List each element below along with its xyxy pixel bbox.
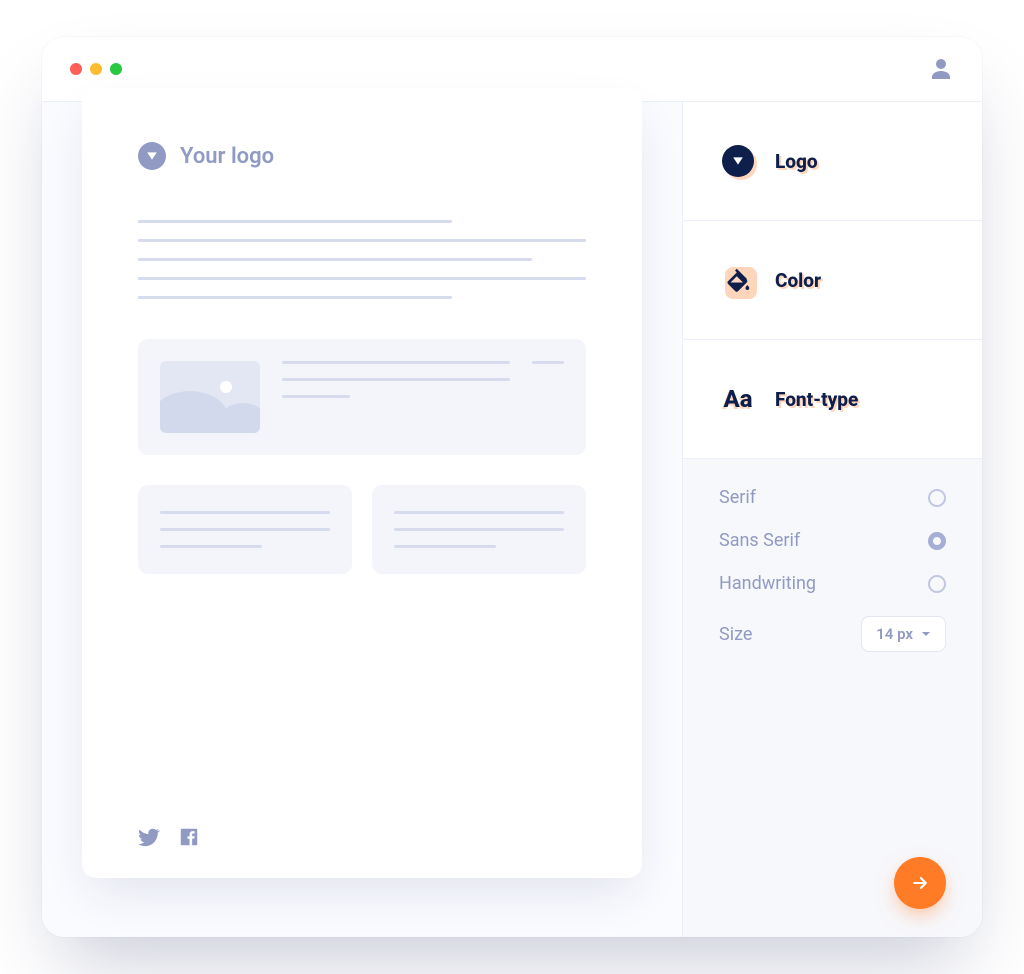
preview-pane: Your logo — [42, 101, 682, 937]
section-color[interactable]: Color — [683, 220, 982, 339]
account-button[interactable] — [928, 56, 954, 82]
settings-panel: Logo Color Aa Aa Font-type — [682, 101, 982, 937]
logo-section-icon — [719, 142, 757, 180]
next-button[interactable] — [894, 857, 946, 909]
paint-bucket-icon — [723, 265, 753, 295]
font-size-select[interactable]: 14 px — [861, 616, 946, 652]
logo-placeholder-row[interactable]: Your logo — [138, 142, 586, 170]
font-option-serif[interactable]: Serif — [719, 487, 946, 508]
radio-serif[interactable] — [928, 489, 946, 507]
two-column-placeholder — [138, 485, 586, 574]
font-section-icon: Aa Aa — [719, 380, 757, 418]
maximize-window-button[interactable] — [110, 63, 122, 75]
twitter-icon[interactable] — [138, 826, 160, 852]
section-logo-label: Logo — [775, 150, 818, 173]
section-font-label: Font-type — [775, 388, 858, 411]
radio-sans-serif[interactable] — [928, 532, 946, 550]
section-color-label: Color — [775, 269, 821, 292]
logo-badge-icon — [138, 142, 166, 170]
size-label: Size — [719, 624, 752, 645]
font-option-handwriting[interactable]: Handwriting — [719, 573, 946, 594]
font-option-sans-serif[interactable]: Sans Serif — [719, 530, 946, 551]
image-placeholder-icon — [160, 361, 260, 433]
minimize-window-button[interactable] — [90, 63, 102, 75]
chevron-down-icon — [921, 629, 931, 639]
facebook-icon[interactable] — [178, 826, 200, 852]
close-window-button[interactable] — [70, 63, 82, 75]
section-logo[interactable]: Logo — [683, 101, 982, 220]
color-section-icon — [719, 261, 757, 299]
app-window: Your logo — [42, 37, 982, 937]
logo-placeholder-text: Your logo — [180, 144, 274, 169]
radio-handwriting[interactable] — [928, 575, 946, 593]
section-font[interactable]: Aa Aa Font-type — [683, 339, 982, 458]
user-icon — [929, 57, 953, 81]
media-block-placeholder — [138, 339, 586, 455]
email-preview-card: Your logo — [82, 88, 642, 878]
traffic-lights — [70, 63, 122, 75]
font-options-panel: Serif Sans Serif Handwriting Size 14 px — [683, 458, 982, 937]
social-links-row — [138, 826, 200, 852]
arrow-right-icon — [910, 873, 930, 893]
paragraph-placeholder — [138, 220, 586, 299]
